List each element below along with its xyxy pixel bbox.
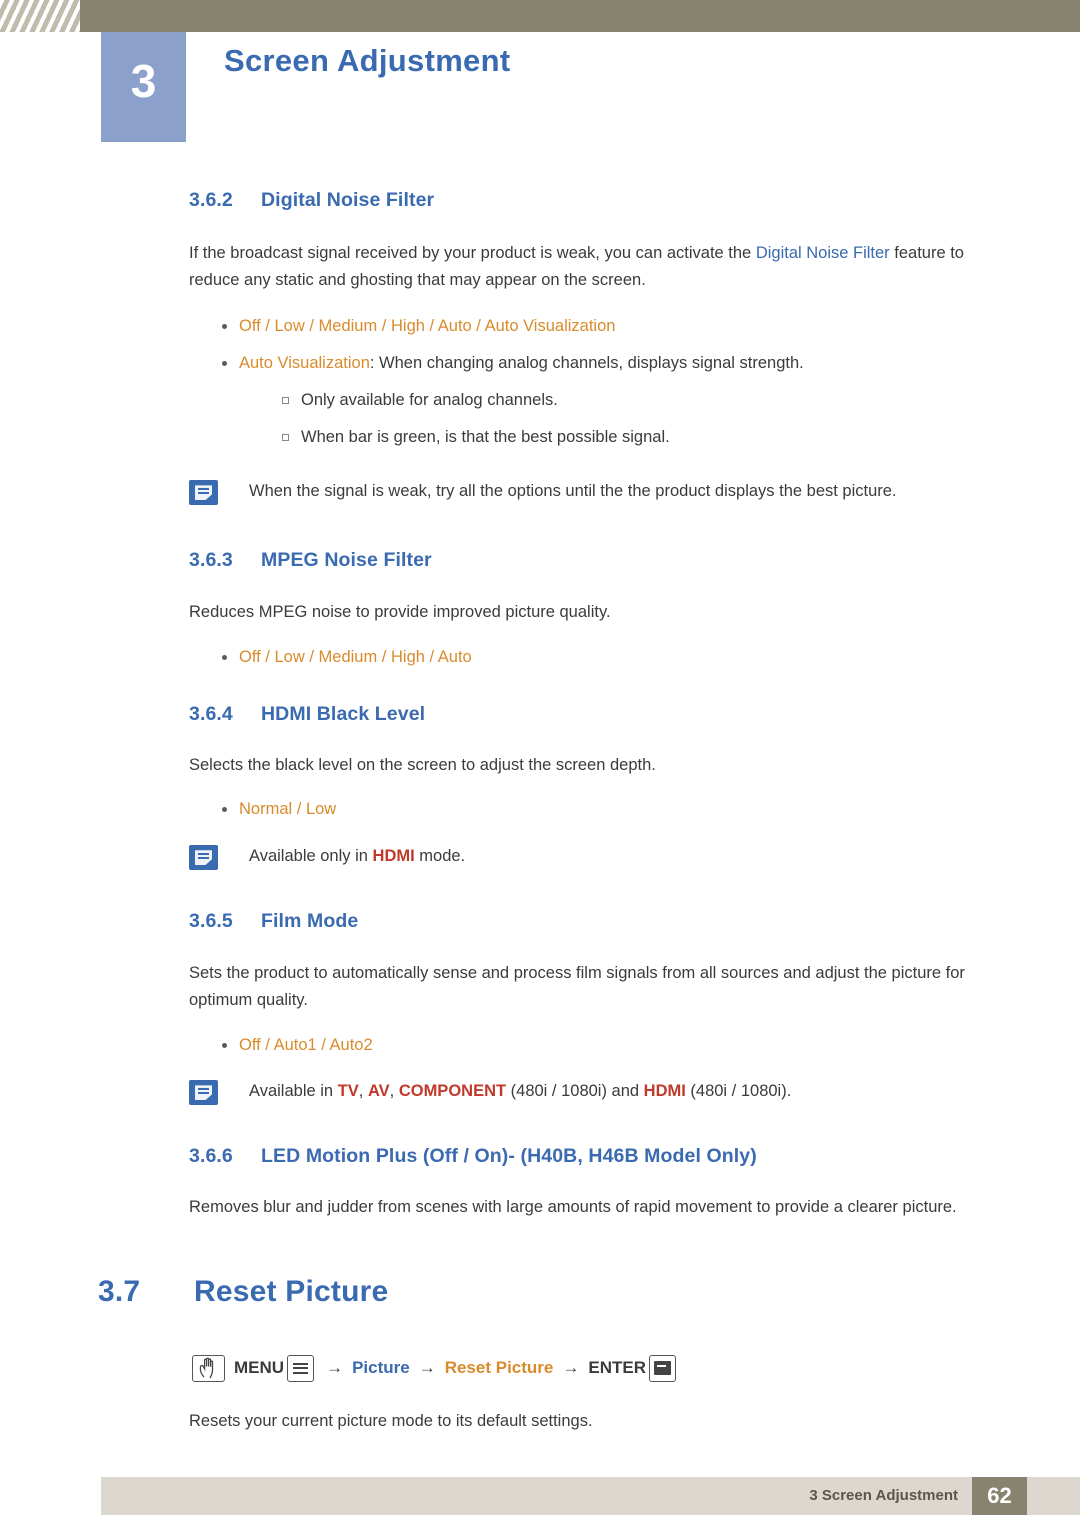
option-medium: Medium	[318, 317, 378, 336]
hand-icon	[199, 1357, 214, 1378]
header-top-bar	[0, 0, 1080, 32]
page-header: 3 Screen Adjustment	[0, 0, 1080, 142]
note-3-6-5-text: Available in TV, AV, COMPONENT (480i / 1…	[249, 1082, 792, 1101]
paragraph-3-6-6: Removes blur and judder from scenes with…	[189, 1198, 957, 1217]
section-number-3-6-6: 3.6.6	[189, 1145, 233, 1168]
option-high: High	[390, 648, 425, 667]
note-icon	[189, 845, 218, 871]
arrow-1: →	[326, 1358, 344, 1378]
section-heading-3-6-2: 3.6.2 Digital Noise Filter	[189, 189, 1009, 212]
option-auto: Auto	[437, 648, 472, 667]
paragraph-3-6-4: Selects the black level on the screen to…	[189, 755, 656, 774]
option-auto: Auto	[437, 317, 472, 336]
section-heading-3-6-4: 3.6.4 HDMI Black Level	[189, 703, 1009, 726]
note-3-6-5-av: AV	[367, 1082, 390, 1101]
option-row-3-6-5: Off / Auto1 / Auto2	[189, 1032, 1009, 1059]
section-number-3-6-3: 3.6.3	[189, 549, 233, 572]
note-3-6-4-hdmi: HDMI	[372, 847, 415, 866]
arrow-2: →	[418, 1358, 436, 1378]
note-3-6-2: When the signal is weak, try all the opt…	[187, 478, 1009, 508]
option-high: High	[390, 317, 425, 336]
section-title-3-7: Reset Picture	[194, 1274, 389, 1308]
footer-chapter-label: 3 Screen Adjustment	[809, 1487, 958, 1504]
menu-lines-icon	[292, 1362, 309, 1375]
options-list-3-6-4: Normal / Low	[189, 796, 1009, 823]
note-3-6-5-hdmi: HDMI	[643, 1082, 686, 1101]
enter-key-box	[649, 1354, 676, 1382]
option-auto-visualization: Auto Visualization	[484, 317, 616, 336]
options-list-3-6-3: Off / Low / Medium / High / Auto	[189, 644, 1009, 671]
note-3-6-5-part3: (480i / 1080i).	[685, 1082, 792, 1101]
bullet-auto-visualization: Auto Visualization: When changing analog…	[189, 350, 1009, 377]
sub-bullet-green-bar: When bar is green, is that the best poss…	[189, 424, 1009, 451]
note-3-6-5-tv: TV	[337, 1082, 359, 1101]
note-3-6-2-text: When the signal is weak, try all the opt…	[249, 482, 897, 501]
section-number-3-7: 3.7	[98, 1274, 141, 1308]
note-3-6-4-part2: mode.	[414, 847, 466, 866]
note-3-6-5: Available in TV, AV, COMPONENT (480i / 1…	[187, 1078, 1009, 1108]
section-number-3-6-2: 3.6.2	[189, 189, 233, 211]
section-heading-3-6-5: 3.6.5 Film Mode	[189, 910, 1009, 933]
enter-icon	[654, 1361, 671, 1376]
section-heading-3-6-3: 3.6.3 MPEG Noise Filter	[189, 549, 1009, 572]
option-low: Low	[305, 800, 337, 819]
option-auto2: Auto2	[329, 1035, 373, 1054]
option-auto1: Auto1	[273, 1035, 317, 1054]
paragraph-3-6-2: If the broadcast signal received by your…	[189, 240, 1004, 293]
bullet-auto-visualization-text: : When changing analog channels, display…	[369, 354, 804, 373]
section-heading-3-6-6: 3.6.6 LED Motion Plus (Off / On)- (H40B, …	[189, 1145, 1009, 1168]
arrow-3: →	[562, 1358, 580, 1378]
option-low: Low	[274, 317, 305, 336]
chapter-title: Screen Adjustment	[224, 43, 511, 78]
note-3-6-5-part2: (480i / 1080i) and	[506, 1082, 644, 1101]
option-row-3-6-2: Off / Low / Medium / High / Auto / Auto …	[189, 313, 1009, 340]
section-heading-3-7: 3.7 Reset Picture	[98, 1275, 1009, 1309]
paragraph-3-7: Resets your current picture mode to its …	[189, 1411, 593, 1430]
sub-options-list-3-6-2: Only available for analog channels. When…	[189, 387, 1009, 450]
option-low: Low	[274, 648, 305, 667]
note-icon	[189, 1080, 218, 1106]
option-row-3-6-3: Off / Low / Medium / High / Auto	[189, 644, 1009, 671]
section-title-3-6-5: Film Mode	[261, 910, 359, 933]
note-3-6-5-component: COMPONENT	[398, 1082, 507, 1101]
note-3-6-4-text: Available only in HDMI mode.	[249, 843, 1009, 869]
options-list-3-6-2: Off / Low / Medium / High / Auto / Auto …	[189, 313, 1009, 376]
section-title-3-6-3: MPEG Noise Filter	[261, 549, 432, 572]
menu-key-box	[287, 1354, 315, 1382]
header-hatch-decoration	[0, 0, 80, 32]
paragraph-3-6-3: Reduces MPEG noise to provide improved p…	[189, 603, 611, 622]
paragraph-3-6-5: Sets the product to automatically sense …	[189, 964, 965, 1009]
section-title-3-6-2: Digital Noise Filter	[261, 189, 435, 211]
para-3-6-2-part1: If the broadcast signal received by your…	[189, 244, 756, 262]
footer-page-number: 62	[972, 1477, 1027, 1515]
section-number-3-6-5: 3.6.5	[189, 910, 233, 933]
option-off: Off	[239, 648, 261, 667]
hand-key-box	[192, 1354, 225, 1382]
page-footer: 3 Screen Adjustment 62	[0, 1477, 1080, 1527]
note-3-6-4: Available only in HDMI mode.	[187, 843, 1009, 873]
path-picture: Picture	[352, 1358, 410, 1378]
page-content: 3.6.2 Digital Noise Filter If the broadca…	[0, 142, 1080, 1434]
para-3-6-2-highlight: Digital Noise Filter	[755, 244, 890, 262]
note-icon	[189, 480, 218, 506]
note-3-6-5-part1: Available in	[249, 1082, 338, 1101]
options-list-3-6-5: Off / Auto1 / Auto2	[189, 1032, 1009, 1059]
bullet-auto-visualization-label: Auto Visualization	[239, 354, 370, 373]
option-off: Off	[239, 1035, 261, 1054]
section-number-3-6-4: 3.6.4	[189, 702, 233, 725]
option-off: Off	[239, 317, 261, 336]
option-normal: Normal	[239, 800, 293, 819]
sub-bullet-analog-only: Only available for analog channels.	[189, 387, 1009, 414]
menu-label: MENU	[234, 1358, 285, 1378]
path-enter: ENTER	[588, 1358, 646, 1378]
section-title-3-6-6: LED Motion Plus (Off / On)- (H40B, H46B …	[261, 1145, 757, 1168]
section-title-3-6-4: HDMI Black Level	[261, 702, 426, 725]
option-medium: Medium	[318, 648, 378, 667]
chapter-number-block: 3	[101, 32, 186, 142]
path-reset-picture: Reset Picture	[444, 1358, 554, 1378]
note-3-6-4-part1: Available only in	[249, 847, 373, 866]
option-row-3-6-4: Normal / Low	[189, 796, 1009, 823]
menu-path-row: MENU → Picture → Reset Picture → ENTER	[189, 1354, 1009, 1382]
